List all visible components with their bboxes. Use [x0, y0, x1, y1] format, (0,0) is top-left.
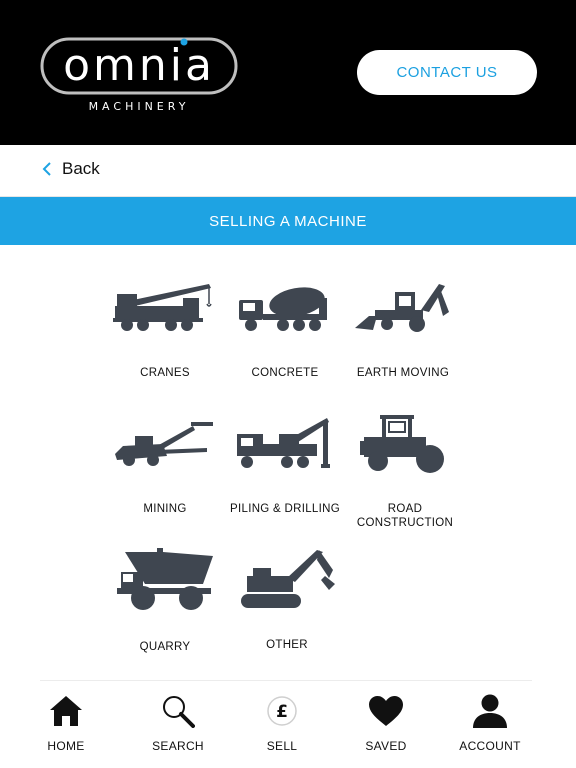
back-label: Back — [62, 159, 100, 178]
app-header: omnia MACHINERY CONTACT US — [0, 0, 576, 145]
concrete-mixer-icon — [225, 268, 345, 348]
category-road-construction[interactable]: ROAD CONSTRUCTION — [345, 404, 465, 529]
category-concrete[interactable]: CONCRETE — [225, 268, 345, 379]
omnia-logo[interactable]: omnia MACHINERY — [40, 36, 240, 118]
road-roller-icon — [345, 404, 465, 484]
category-label: PILING & DRILLING — [230, 503, 340, 515]
nav-account[interactable]: ACCOUNT — [450, 693, 530, 753]
backhoe-icon — [343, 268, 463, 348]
heart-icon — [346, 693, 426, 729]
contact-us-button[interactable]: CONTACT US — [357, 50, 537, 95]
category-label: EARTH MOVING — [356, 367, 450, 379]
dump-truck-icon — [105, 540, 225, 620]
nav-label: HOME — [47, 739, 85, 753]
home-icon — [26, 693, 106, 729]
svg-text:£: £ — [276, 702, 288, 722]
category-label: QUARRY — [139, 641, 191, 653]
nav-sell[interactable]: £ SELL — [242, 693, 322, 753]
account-icon — [450, 693, 530, 729]
category-label: OTHER — [266, 639, 308, 651]
mining-drill-icon — [105, 404, 225, 484]
crane-icon — [105, 268, 225, 348]
category-quarry[interactable]: QUARRY — [105, 540, 225, 653]
nav-label: SEARCH — [152, 739, 204, 753]
logo-subtitle: MACHINERY — [88, 100, 190, 113]
category-label: ROAD CONSTRUCTION — [356, 503, 454, 529]
search-icon — [138, 693, 218, 729]
nav-label: ACCOUNT — [459, 739, 521, 753]
nav-saved[interactable]: SAVED — [346, 693, 426, 753]
category-earth-moving[interactable]: EARTH MOVING — [343, 268, 463, 379]
nav-search[interactable]: SEARCH — [138, 693, 218, 753]
excavator-icon — [227, 540, 347, 620]
nav-label: SAVED — [365, 739, 407, 753]
category-piling-drilling[interactable]: PILING & DRILLING — [225, 404, 345, 515]
nav-label: SELL — [266, 739, 298, 753]
chevron-left-icon — [40, 162, 54, 176]
pound-icon: £ — [242, 693, 322, 729]
page-title-banner: SELLING A MACHINE — [0, 197, 576, 245]
nav-home[interactable]: HOME — [26, 693, 106, 753]
piling-rig-icon — [225, 404, 345, 484]
back-button[interactable]: Back — [40, 156, 100, 182]
category-label: MINING — [143, 503, 187, 515]
category-cranes[interactable]: CRANES — [105, 268, 225, 379]
logo-wordmark: omnia — [63, 40, 215, 91]
category-mining[interactable]: MINING — [105, 404, 225, 515]
bottom-nav: HOME SEARCH £ SELL SAVED ACCOUNT — [40, 680, 532, 768]
category-other[interactable]: OTHER — [227, 540, 347, 651]
category-label: CRANES — [140, 367, 190, 379]
